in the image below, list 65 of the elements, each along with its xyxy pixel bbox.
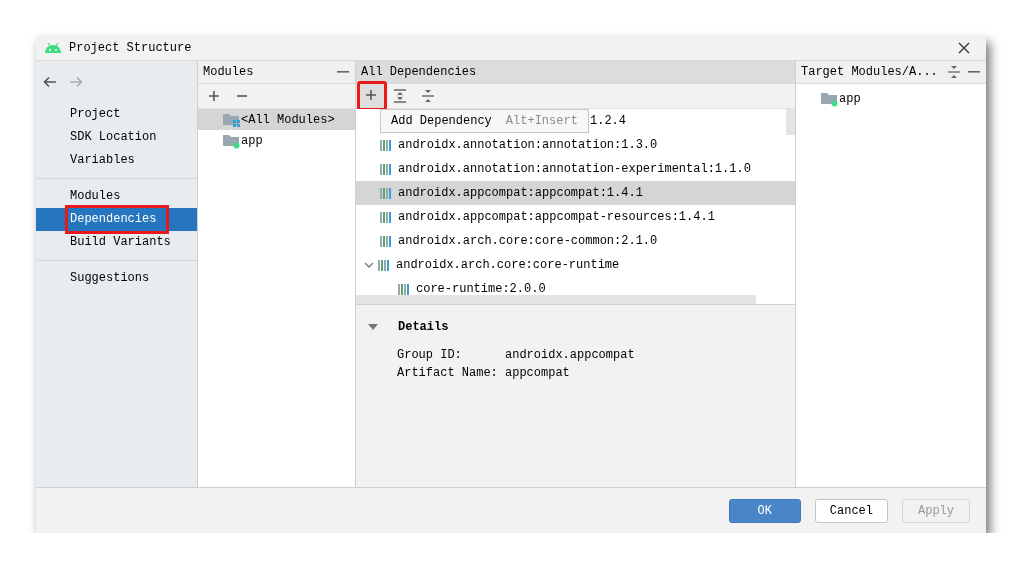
nav-item[interactable]: Build Variants: [68, 234, 173, 251]
dependency-label: core-runtime:2.0.0: [416, 282, 546, 296]
nav-item[interactable]: Variables: [68, 152, 137, 169]
expand-all-icon: [393, 89, 407, 103]
library-icon: [380, 163, 392, 175]
folder-icon: [223, 132, 240, 149]
nav-item[interactable]: Project: [68, 106, 123, 123]
dependency-label: androidx.appcompat:appcompat:1.4.1: [398, 186, 643, 200]
library-icon: [380, 139, 392, 151]
module-label: <All Modules>: [241, 112, 335, 127]
dependency-row[interactable]: androidx.annotation:annotation:1.3.0: [356, 133, 795, 157]
module-label: app: [241, 133, 263, 148]
plus-icon: [208, 90, 220, 102]
nav-item[interactable]: Dependencies: [65, 205, 170, 234]
tooltip-label: Add Dependency: [391, 114, 492, 128]
panel-title: Target Modules/A...: [801, 65, 939, 79]
section-title: Details: [398, 320, 449, 334]
field-value: appcompat: [505, 366, 571, 380]
dependency-label: androidx.arch.core:core-runtime: [396, 258, 620, 272]
dependency-row[interactable]: androidx.arch.core:core-common:2.1.0: [356, 229, 795, 253]
left-arrow-icon: [43, 76, 57, 88]
plus-icon: [365, 89, 379, 103]
close-icon: [958, 42, 970, 54]
collapse-all-icon: [948, 66, 960, 78]
dependency-row[interactable]: core-runtime:2.0.0: [356, 277, 795, 301]
dependency-label: androidx.appcompat:appcompat-resources:1.4.1: [398, 210, 715, 224]
library-icon: [380, 211, 392, 223]
panel-title: All Dependencies: [361, 65, 478, 79]
nav-item[interactable]: SDK Location: [68, 129, 159, 146]
ok-button[interactable]: OK: [728, 498, 801, 523]
dependency-row[interactable]: androidx.annotation:annotation-experimental:1.1.0: [356, 157, 795, 181]
dependency-label: androidx.annotation:annotation:1.3.0: [398, 138, 658, 152]
dependency-label: androidx.arch.core:core-common:2.1.0: [398, 234, 658, 248]
dependency-row[interactable]: androidx.appcompat:appcompat:1.4.1: [356, 181, 795, 205]
module-label[interactable]: app: [839, 91, 861, 106]
library-icon: [378, 259, 390, 271]
folder-icon: [223, 111, 240, 128]
horizontal-scrollbar[interactable]: [356, 295, 756, 304]
triangle-icon[interactable]: [368, 322, 378, 332]
panel-title: Modules: [203, 65, 255, 79]
nav-item[interactable]: Suggestions: [68, 270, 152, 287]
window-title: Project Structure: [69, 41, 193, 55]
collapse-all-icon: [421, 89, 435, 103]
folder-icon: [821, 90, 838, 107]
android-logo-icon: [44, 42, 62, 54]
nav-item[interactable]: Modules: [68, 188, 123, 205]
chevron-icon[interactable]: [364, 260, 374, 270]
field-value: androidx.appcompat: [505, 348, 636, 362]
cancel-button[interactable]: Cancel: [814, 498, 888, 523]
module-list-item[interactable]: app: [198, 130, 355, 151]
field-label: Group ID:: [397, 348, 463, 362]
field-label: Artifact Name:: [397, 366, 499, 380]
library-icon: [380, 187, 392, 199]
right-arrow-icon: [69, 76, 83, 88]
dependency-label: androidx.annotation:annotation-experimental:1.1.0: [398, 162, 751, 176]
back-button[interactable]: [43, 76, 57, 88]
dependency-row[interactable]: androidx.arch.core:core-runtime: [356, 253, 795, 277]
add-dependency-button[interactable]: [357, 81, 387, 111]
module-list-item[interactable]: <All Modules>: [198, 109, 355, 130]
close-button[interactable]: [958, 42, 970, 54]
library-icon: [380, 235, 392, 247]
vertical-scrollbar[interactable]: [786, 109, 795, 135]
library-icon: [398, 283, 410, 295]
shortcut-label: Alt+Insert: [505, 114, 578, 128]
dependency-row[interactable]: androidx.appcompat:appcompat-resources:1.4.1: [356, 205, 795, 229]
